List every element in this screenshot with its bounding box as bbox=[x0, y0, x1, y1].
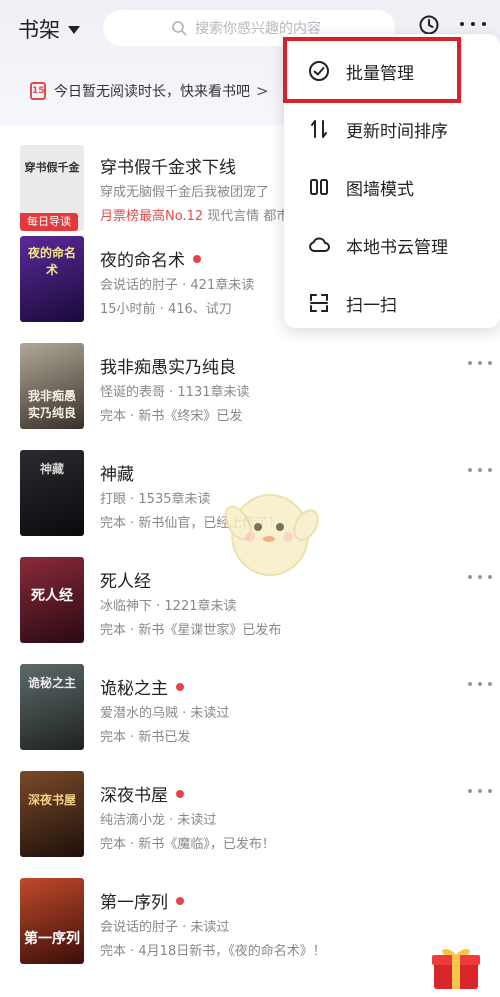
scan-icon bbox=[306, 290, 332, 316]
cover-title: 我非痴愚 实乃纯良 bbox=[27, 389, 76, 420]
book-subtitle: 会说话的肘子 · 421章未读 bbox=[100, 278, 255, 293]
menu-item-label: 本地书云管理 bbox=[346, 237, 448, 258]
menu-item-label: 图墙模式 bbox=[346, 179, 414, 200]
search-icon bbox=[172, 21, 187, 36]
more-options-icon[interactable] bbox=[468, 468, 492, 474]
reading-time-banner[interactable]: 今日暂无阅读时长，快来看书吧 > bbox=[30, 78, 269, 104]
more-options-icon[interactable] bbox=[468, 575, 492, 581]
book-meta: 完本 · 新书《星谍世家》已发布 bbox=[100, 623, 282, 638]
cover-title: 夜的命名术 bbox=[27, 246, 76, 277]
book-cover: 死人经 bbox=[20, 557, 84, 643]
book-subtitle: 纯洁滴小龙 · 未读过 bbox=[100, 813, 217, 828]
cover-title: 穿书假千金 bbox=[24, 161, 80, 174]
caret-down-icon bbox=[68, 26, 80, 34]
book-cover: 夜的命名术 bbox=[20, 236, 84, 322]
book-title: 夜的命名术 bbox=[100, 246, 201, 271]
book-title: 诡秘之主 bbox=[100, 674, 184, 699]
book-title: 神藏 bbox=[100, 465, 134, 485]
book-title: 深夜书屋 bbox=[100, 781, 184, 806]
book-cover: 穿书假千金 每日导读 bbox=[20, 145, 84, 231]
more-options-icon[interactable] bbox=[468, 789, 492, 795]
book-cover: 第一序列 bbox=[20, 878, 84, 964]
banner-text: 今日暂无阅读时长，快来看书吧 bbox=[54, 84, 250, 100]
book-meta: 完本 · 4月18日新书，《夜的命名术》！ bbox=[100, 944, 326, 959]
book-row[interactable]: 我非痴愚 实乃纯良 我非痴愚实乃纯良 怪诞的表哥 · 1131章未读 完本 · … bbox=[0, 339, 500, 446]
rank-label: 月票榜最高No.12 bbox=[100, 209, 204, 224]
cover-title: 神藏 bbox=[39, 462, 64, 476]
update-dot bbox=[176, 896, 184, 905]
update-dot bbox=[193, 254, 201, 263]
highlight-box bbox=[283, 37, 461, 103]
menu-item-grid-mode[interactable]: 图墙模式 bbox=[284, 158, 500, 216]
more-options-icon[interactable] bbox=[468, 682, 492, 688]
book-cover: 我非痴愚 实乃纯良 bbox=[20, 343, 84, 429]
book-title: 第一序列 bbox=[100, 888, 184, 913]
cover-title: 诡秘之主 bbox=[27, 676, 76, 690]
sort-icon bbox=[306, 116, 332, 142]
book-meta: 完本 · 新书《终宋》已发 bbox=[100, 409, 243, 424]
page-title: 书架 bbox=[18, 18, 60, 42]
book-title: 我非痴愚实乃纯良 bbox=[100, 358, 236, 378]
update-dot bbox=[176, 789, 184, 798]
book-meta: 完本 · 新书《魔临》，已发布！ bbox=[100, 837, 275, 852]
cover-title: 第一序列 bbox=[24, 931, 80, 947]
book-meta: 15小时前 · 416、试刀 bbox=[100, 302, 232, 317]
book-subtitle: 打眼 · 1535章未读 bbox=[100, 492, 211, 507]
grid-icon bbox=[306, 174, 332, 200]
daily-guide-badge: 每日导读 bbox=[20, 213, 78, 231]
menu-item-label: 扫一扫 bbox=[346, 295, 397, 316]
menu-item-scan[interactable]: 扫一扫 bbox=[284, 274, 500, 332]
book-row[interactable]: 诡秘之主 诡秘之主 爱潜水的乌贼 · 未读过 完本 · 新书已发 bbox=[0, 660, 500, 767]
book-cover: 深夜书屋 bbox=[20, 771, 84, 857]
calendar-icon bbox=[30, 82, 46, 100]
book-subtitle: 怪诞的表哥 · 1131章未读 bbox=[100, 385, 250, 400]
more-options-icon[interactable] bbox=[468, 361, 492, 367]
book-row[interactable]: 深夜书屋 深夜书屋 纯洁滴小龙 · 未读过 完本 · 新书《魔临》，已发布！ bbox=[0, 767, 500, 874]
book-meta: 月票榜最高No.12 现代言情 都市 bbox=[100, 209, 290, 224]
book-cover: 诡秘之主 bbox=[20, 664, 84, 750]
update-dot bbox=[176, 682, 184, 691]
book-title: 穿书假千金求下线 bbox=[100, 158, 236, 178]
menu-item-label: 更新时间排序 bbox=[346, 121, 448, 142]
book-cover: 神藏 bbox=[20, 450, 84, 536]
book-title: 死人经 bbox=[100, 572, 151, 592]
history-icon[interactable] bbox=[418, 14, 440, 36]
book-subtitle: 会说话的肘子 · 未读过 bbox=[100, 920, 230, 935]
menu-item-local-cloud[interactable]: 本地书云管理 bbox=[284, 216, 500, 274]
cover-title: 深夜书屋 bbox=[27, 793, 76, 807]
bookshelf-title-dropdown[interactable]: 书架 bbox=[18, 14, 80, 44]
more-menu-icon[interactable] bbox=[460, 22, 486, 26]
book-subtitle: 爱潜水的乌贼 · 未读过 bbox=[100, 706, 230, 721]
book-row[interactable]: 第一序列 第一序列 会说话的肘子 · 未读过 完本 · 4月18日新书，《夜的命… bbox=[0, 874, 500, 981]
cloud-icon bbox=[306, 232, 332, 258]
mascot-watermark bbox=[224, 494, 319, 576]
book-meta: 完本 · 新书已发 bbox=[100, 730, 191, 745]
cover-title: 死人经 bbox=[31, 588, 73, 604]
book-subtitle: 冰临神下 · 1221章未读 bbox=[100, 599, 237, 614]
menu-item-sort-by-update[interactable]: 更新时间排序 bbox=[284, 100, 500, 158]
book-subtitle: 穿成无脑假千金后我被团宠了 bbox=[100, 185, 270, 200]
chevron-right-icon: > bbox=[256, 82, 269, 100]
gift-box-icon[interactable] bbox=[430, 945, 482, 991]
